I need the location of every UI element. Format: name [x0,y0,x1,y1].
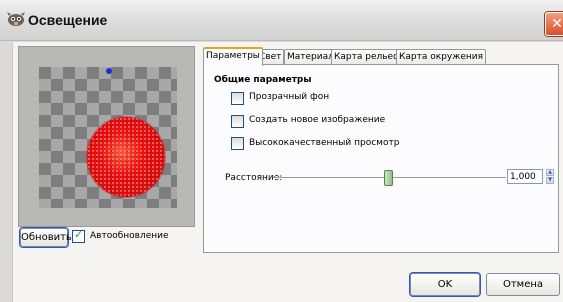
light-position-handle[interactable] [106,68,112,74]
window-title: Освещение [28,12,108,28]
checkmark-icon: ✓ [74,228,84,241]
auto-update-checkbox[interactable]: ✓ [72,228,85,243]
general-params-heading: Общие параметры [214,75,312,85]
new-image-label: Создать новое изображение [249,115,386,125]
transparent-bg-checkbox[interactable] [231,92,244,105]
distance-slider-handle[interactable] [384,170,393,186]
lighting-dialog: Освещение ✕ Обновить ✓ Автообновление Па… [0,0,563,302]
tab-parameters[interactable]: Параметры [203,47,263,66]
preview-frame [18,46,195,227]
distance-spinner[interactable]: ▲ ▼ [546,169,554,184]
transparent-bg-label: Прозрачный фон [249,92,330,102]
close-button[interactable]: ✕ [545,12,563,36]
update-preview-button[interactable]: Обновить [20,228,72,247]
lit-sphere-preview [87,117,165,197]
ok-button[interactable]: OK [410,273,480,296]
preview-canvas[interactable] [39,67,177,208]
title-bar: Освещение ✕ [0,0,563,41]
spin-up-icon[interactable]: ▲ [546,169,554,176]
tab-environment-map[interactable]: Карта окружения [396,49,487,64]
dialog-client-area: Обновить ✓ Автообновление Параметры Свет… [13,42,563,302]
dialog-content: Обновить ✓ Автообновление Параметры Свет… [12,42,563,302]
auto-update-label: Автообновление [90,231,169,241]
close-icon: ✕ [551,16,563,32]
tab-material[interactable]: Материал [284,49,337,64]
parameters-panel: Общие параметры Прозрачный фон Создать н… [203,64,559,253]
gimp-app-icon [7,12,25,26]
hq-preview-label: Высококачественный просмотр [249,138,400,148]
sphere-texture [87,117,165,197]
distance-value-input[interactable]: 1,000 [507,169,543,184]
hq-preview-checkbox[interactable] [231,137,244,150]
spin-down-icon[interactable]: ▼ [546,177,554,184]
new-image-checkbox[interactable] [231,115,244,128]
cancel-button[interactable]: Отмена [486,273,560,296]
